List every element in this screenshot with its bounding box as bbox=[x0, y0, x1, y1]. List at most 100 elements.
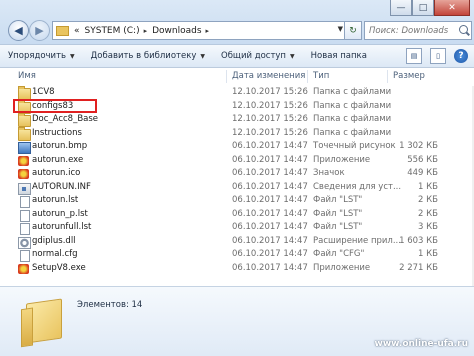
toolbar-right: ▤ ▯ ? bbox=[406, 48, 468, 64]
column-divider[interactable] bbox=[226, 70, 227, 83]
file-date: 06.10.2017 14:47 bbox=[232, 222, 308, 232]
column-header-name[interactable]: Имя bbox=[18, 71, 36, 81]
file-name: normal.cfg bbox=[32, 249, 78, 259]
file-name: autorun.exe bbox=[32, 154, 84, 165]
file-date: 12.10.2017 15:26 bbox=[232, 114, 308, 124]
refresh-button[interactable]: ↻ bbox=[344, 21, 362, 40]
maximize-button[interactable]: □ bbox=[412, 0, 434, 16]
address-bar[interactable]: « SYSTEM (C:) ▸ Downloads ▸ ▼ bbox=[52, 21, 346, 40]
add-to-library-label: Добавить в библиотеку bbox=[90, 51, 197, 61]
new-folder-button[interactable]: Новая папка bbox=[303, 45, 375, 67]
file-row[interactable]: autorun.bmp 06.10.2017 14:47 Точечный рису… bbox=[0, 140, 474, 154]
file-name: autorun.bmp bbox=[32, 141, 88, 151]
file-row[interactable]: gdiplus.dll 06.10.2017 14:47 Расширение пр… bbox=[0, 235, 474, 249]
inf-icon bbox=[18, 182, 31, 195]
file-row[interactable]: autorun.ico 06.10.2017 14:47 Значок 449 КБ bbox=[0, 167, 474, 181]
file-date: 12.10.2017 15:26 bbox=[232, 127, 308, 138]
preview-pane-icon[interactable]: ▯ bbox=[430, 48, 446, 64]
file-name: autorunfull.lst bbox=[32, 222, 92, 232]
minimize-button[interactable]: — bbox=[390, 0, 412, 16]
column-header-date[interactable]: Дата изменения bbox=[232, 71, 305, 81]
file-type: Файл "LST" bbox=[313, 222, 363, 232]
file-name: AUTORUN.INF bbox=[32, 181, 91, 192]
file-row[interactable]: autorun_p.lst 06.10.2017 14:47 Файл "LST" 2… bbox=[0, 208, 474, 222]
watermark: www.online-ufa.ru bbox=[374, 339, 468, 349]
view-options-icon[interactable]: ▤ bbox=[406, 48, 422, 64]
share-label: Общий доступ bbox=[221, 51, 286, 61]
file-row[interactable]: autorun.exe 06.10.2017 14:47 Приложение 556… bbox=[0, 154, 474, 168]
chevron-down-icon[interactable]: ▼ bbox=[338, 25, 343, 33]
back-button[interactable]: ◀ bbox=[8, 20, 29, 41]
forward-button[interactable]: ▶ bbox=[29, 20, 50, 41]
image-icon bbox=[18, 142, 31, 154]
address-prefix[interactable]: « bbox=[74, 26, 80, 36]
file-date: 06.10.2017 14:47 bbox=[232, 262, 308, 273]
column-header-size[interactable]: Размер bbox=[393, 71, 425, 81]
chevron-down-icon: ▼ bbox=[200, 52, 205, 60]
file-icon bbox=[20, 209, 30, 222]
file-type: Расширение прил... bbox=[313, 235, 401, 246]
file-row[interactable]: normal.cfg 06.10.2017 14:47 Файл "CFG" 1 КБ bbox=[0, 248, 474, 262]
column-divider[interactable] bbox=[307, 70, 308, 83]
file-date: 06.10.2017 14:47 bbox=[232, 181, 308, 192]
file-name: Doc_Acc8_Base bbox=[32, 114, 99, 124]
items-count: Элементов: 14 bbox=[77, 300, 143, 310]
file-row[interactable]: autorunfull.lst 06.10.2017 14:47 Файл "LST… bbox=[0, 221, 474, 235]
file-size: 1 302 КБ bbox=[399, 141, 438, 151]
breadcrumb-arrow-icon[interactable]: ▸ bbox=[144, 27, 148, 35]
organize-menu[interactable]: Упорядочить ▼ bbox=[0, 45, 83, 67]
file-date: 06.10.2017 14:47 bbox=[232, 249, 308, 259]
file-type: Приложение bbox=[313, 262, 371, 273]
file-type: Папка с файлами bbox=[313, 87, 392, 97]
file-row[interactable]: configs83 12.10.2017 15:26 Папка с файлами bbox=[0, 99, 474, 114]
file-name: autorun.ico bbox=[32, 168, 81, 178]
file-name: gdiplus.dll bbox=[32, 235, 76, 246]
file-type: Значок bbox=[313, 168, 345, 178]
column-divider[interactable] bbox=[387, 70, 388, 83]
file-date: 06.10.2017 14:47 bbox=[232, 208, 308, 219]
folder-icon bbox=[18, 113, 31, 127]
address-segment-downloads[interactable]: Downloads bbox=[152, 26, 201, 36]
file-type: Папка с файлами bbox=[313, 127, 392, 138]
address-segment-drive[interactable]: SYSTEM (C:) bbox=[85, 26, 140, 36]
breadcrumb-arrow-icon[interactable]: ▸ bbox=[206, 27, 210, 35]
file-size: 556 КБ bbox=[407, 154, 438, 165]
file-date: 06.10.2017 14:47 bbox=[232, 235, 308, 246]
file-row[interactable]: AUTORUN.INF 06.10.2017 14:47 Сведения для … bbox=[0, 181, 474, 195]
folder-icon bbox=[56, 25, 69, 36]
add-to-library-menu[interactable]: Добавить в библиотеку ▼ bbox=[83, 45, 213, 67]
file-name: configs83 bbox=[32, 100, 74, 111]
file-row[interactable]: autorun.lst 06.10.2017 14:47 Файл "LST" 2 К… bbox=[0, 194, 474, 208]
file-size: 2 271 КБ bbox=[399, 262, 438, 273]
file-type: Файл "LST" bbox=[313, 195, 363, 205]
file-type: Папка с файлами bbox=[313, 100, 392, 111]
file-row[interactable]: Instructions 12.10.2017 15:26 Папка с файл… bbox=[0, 126, 474, 141]
file-icon bbox=[20, 196, 30, 208]
file-row[interactable]: Doc_Acc8_Base 12.10.2017 15:26 Папка с фай… bbox=[0, 113, 474, 127]
explorer-window: — □ ✕ ◀ ▶ « SYSTEM (C:) ▸ Downloads ▸ ▼ … bbox=[0, 0, 474, 356]
file-row[interactable]: 1CV8 12.10.2017 15:26 Папка с файлами bbox=[0, 86, 474, 100]
file-type: Файл "LST" bbox=[313, 208, 363, 219]
file-list: 1CV8 12.10.2017 15:26 Папка с файлами confi… bbox=[0, 86, 474, 275]
file-name: 1CV8 bbox=[32, 87, 55, 97]
folder-icon bbox=[18, 126, 31, 141]
address-area: — □ ✕ ◀ ▶ « SYSTEM (C:) ▸ Downloads ▸ ▼ … bbox=[0, 0, 474, 45]
share-menu[interactable]: Общий доступ ▼ bbox=[213, 45, 303, 67]
help-icon[interactable]: ? bbox=[454, 49, 468, 63]
search-icon[interactable] bbox=[459, 25, 468, 34]
file-size: 449 КБ bbox=[407, 168, 438, 178]
file-name: SetupV8.exe bbox=[32, 262, 86, 273]
chevron-down-icon: ▼ bbox=[289, 52, 295, 60]
close-button[interactable]: ✕ bbox=[434, 0, 470, 16]
search-input[interactable] bbox=[365, 24, 459, 37]
column-header-type[interactable]: Тип bbox=[313, 71, 329, 81]
file-date: 06.10.2017 14:47 bbox=[232, 195, 308, 205]
file-size: 2 КБ bbox=[418, 195, 438, 205]
file-row[interactable]: SetupV8.exe 06.10.2017 14:47 Приложение 2 2… bbox=[0, 262, 474, 276]
new-folder-label: Новая папка bbox=[310, 51, 367, 61]
file-size: 2 КБ bbox=[418, 208, 438, 219]
file-name: autorun.lst bbox=[32, 195, 79, 205]
search-box[interactable] bbox=[364, 21, 472, 40]
file-type: Сведения для уст... bbox=[313, 181, 402, 192]
app-icon bbox=[18, 155, 29, 166]
